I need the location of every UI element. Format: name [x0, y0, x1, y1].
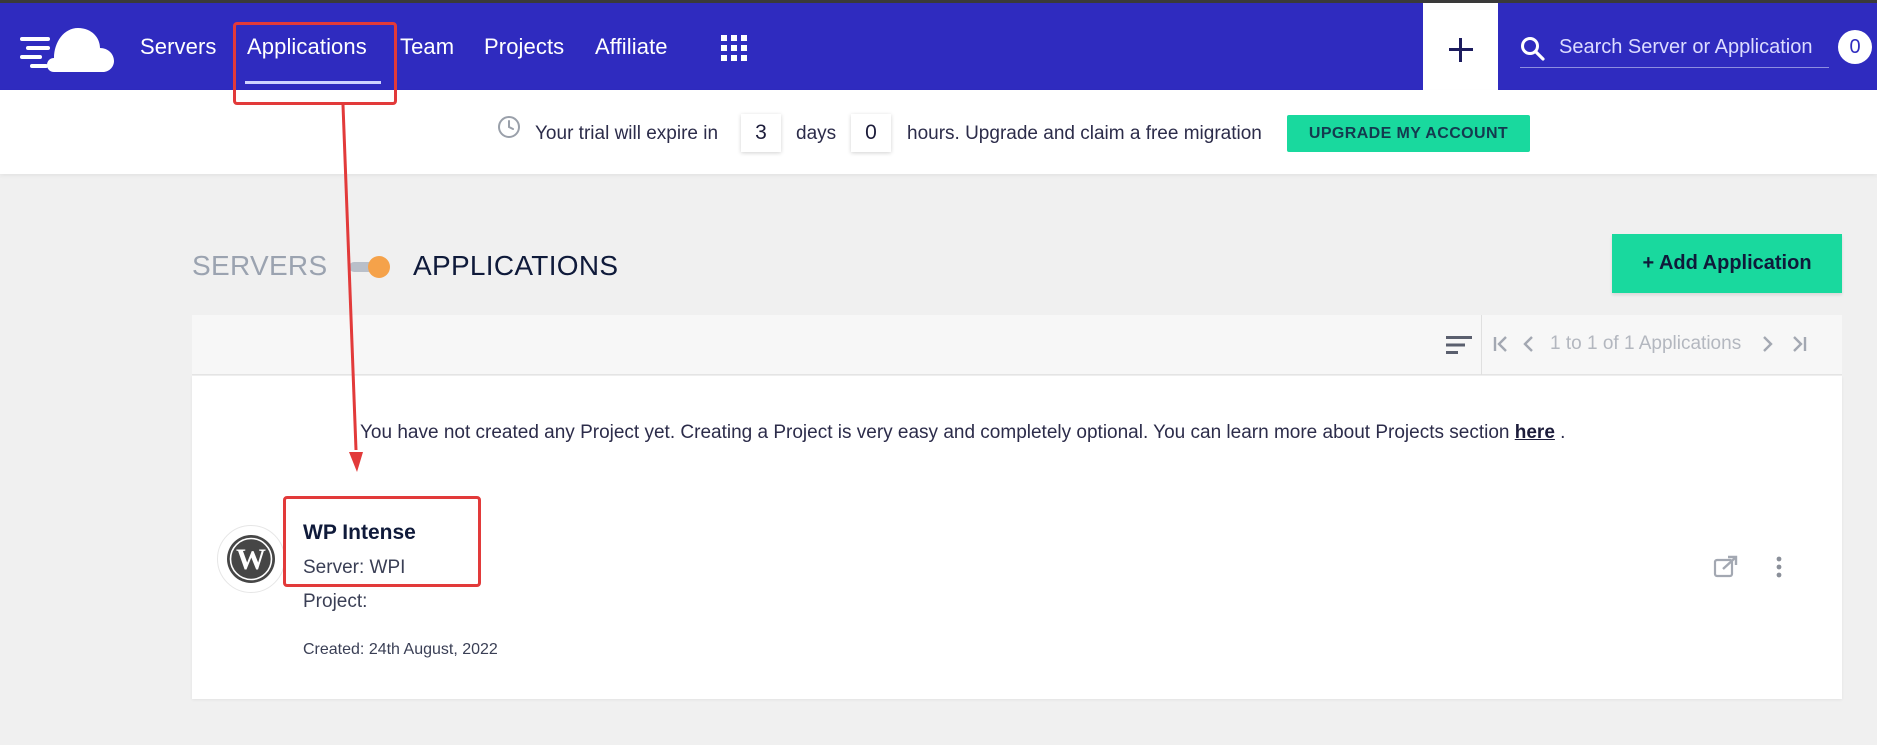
projects-notice: You have not created any Project yet. Cr…	[360, 422, 1565, 444]
search-bar	[1520, 28, 1829, 68]
prev-page-icon[interactable]	[1522, 333, 1536, 355]
nav-team[interactable]: Team	[400, 34, 454, 60]
application-created-date: Created: 24th August, 2022	[303, 641, 498, 658]
projects-learn-more-link[interactable]: here	[1515, 422, 1555, 443]
add-application-label: Add Application	[1658, 252, 1812, 274]
pager-divider	[1481, 315, 1482, 375]
projects-notice-text: You have not created any Project yet. Cr…	[360, 422, 1510, 443]
trial-message-prefix: Your trial will expire in	[535, 123, 719, 144]
svg-text:W: W	[236, 543, 266, 576]
wordpress-icon: W	[217, 525, 285, 593]
nav-applications[interactable]: Applications	[245, 34, 381, 84]
nav-affiliate[interactable]: Affiliate	[595, 34, 668, 60]
nav-servers[interactable]: Servers	[140, 34, 217, 60]
nav-projects[interactable]: Projects	[484, 34, 564, 60]
search-input[interactable]	[1559, 32, 1827, 62]
view-toggle-knob[interactable]	[368, 256, 390, 278]
notification-count-badge[interactable]: 0	[1838, 30, 1872, 64]
toggle-servers-label[interactable]: SERVERS	[192, 250, 327, 282]
trial-days-value: 3	[741, 114, 781, 152]
cloudways-logo-icon[interactable]	[20, 20, 115, 72]
first-page-icon[interactable]	[1492, 333, 1510, 355]
upgrade-account-button[interactable]: UPGRADE MY ACCOUNT	[1287, 115, 1530, 152]
pagination-summary: 1 to 1 of 1 Applications	[1550, 333, 1742, 354]
grid-icon[interactable]	[721, 35, 747, 61]
application-server: Server: WPI	[303, 557, 406, 578]
last-page-icon[interactable]	[1790, 333, 1808, 355]
add-new-button[interactable]	[1423, 3, 1498, 90]
application-name[interactable]: WP Intense	[303, 521, 416, 545]
external-link-icon[interactable]	[1713, 555, 1739, 579]
trial-message-suffix: hours. Upgrade and claim a free migratio…	[907, 123, 1262, 144]
application-project: Project:	[303, 591, 368, 612]
search-icon	[1521, 37, 1545, 61]
trial-days-label: days	[796, 123, 837, 144]
more-options-icon[interactable]	[1774, 556, 1784, 578]
plus-icon: +	[1642, 252, 1655, 274]
sort-icon[interactable]	[1446, 334, 1474, 356]
next-page-icon[interactable]	[1760, 333, 1774, 355]
projects-notice-trail: .	[1560, 422, 1566, 443]
trial-hours-value: 0	[851, 114, 891, 152]
add-application-button[interactable]: + Add Application	[1612, 234, 1842, 293]
toggle-applications-label[interactable]: APPLICATIONS	[413, 250, 618, 282]
clock-icon	[498, 116, 520, 138]
